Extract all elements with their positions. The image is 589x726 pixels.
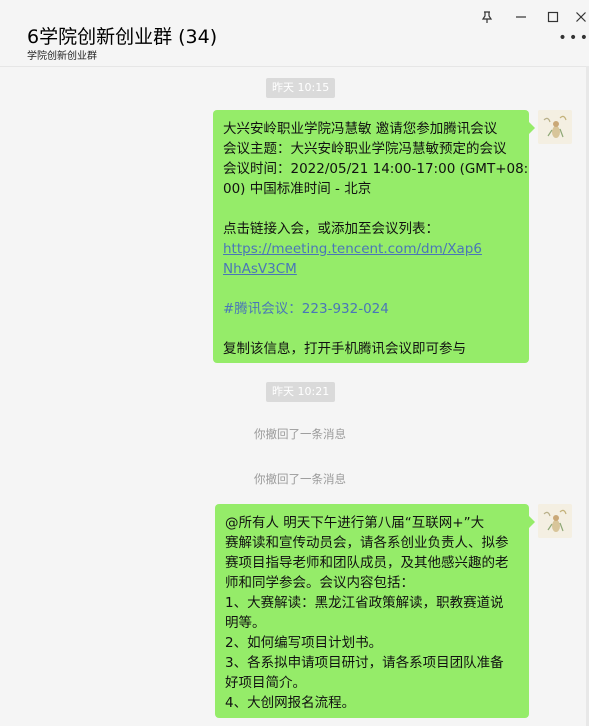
message-line: 赛项目指导老师和团队成员，及其他感兴趣的老 [225,555,509,571]
message-line: 复制该信息，打开手机腾讯会议即可参与 [223,341,466,357]
recall-notice: 你撤回了一条消息 [254,427,346,441]
chat-title[interactable]: 6学院创新创业群 (34) [27,22,217,49]
meeting-id-tag[interactable]: #腾讯会议：223-932-024 [223,301,389,317]
pin-icon [481,10,493,23]
recall-notice: 你撤回了一条消息 [254,472,346,486]
message-line: 3、各系拟申请项目研讨，请各系项目团队准备 [225,655,504,671]
message-line: 好项目简介。 [225,675,306,691]
message-line: 点击链接入会，或添加至会议列表： [223,221,439,237]
avatar-image [538,504,572,538]
message-line: 00) 中国标准时间 - 北京 [223,181,372,197]
chat-header: 6学院创新创业群 (34) 学院创新创业群 • • • [0,0,589,67]
pin-button[interactable] [474,6,500,28]
maximize-button[interactable] [540,6,566,28]
timestamp: 昨天 10:21 [266,382,336,402]
message-line: 明等。 [225,615,266,631]
message-line: 会议时间：2022/05/21 14:00-17:00 (GMT+08: [223,161,529,177]
maximize-icon [547,11,559,23]
close-button[interactable] [568,6,589,28]
avatar[interactable] [538,504,572,538]
message-line: 大兴安岭职业学院冯慧敏 邀请您参加腾讯会议 [223,121,498,137]
message-line: 师和同学参会。会议内容包括： [225,575,414,591]
avatar[interactable] [538,110,572,144]
more-options-icon[interactable]: • • • [558,30,588,46]
minimize-icon [516,16,526,18]
timestamp: 昨天 10:15 [266,78,336,98]
meeting-link-continued[interactable]: NhAsV3CM [223,259,519,279]
message-line: 会议主题：大兴安岭职业学院冯慧敏预定的会议 [223,141,507,157]
chat-subtitle: 学院创新创业群 [27,51,97,62]
message-line: 1、大赛解读：黑龙江省政策解读，职教赛道说 [225,595,504,611]
message-bubble-meeting-invite[interactable]: 大兴安岭职业学院冯慧敏 邀请您参加腾讯会议 会议主题：大兴安岭职业学院冯慧敏预定… [213,110,535,363]
meeting-link[interactable]: https://meeting.tencent.com/dm/Xap6 [223,239,519,259]
minimize-button[interactable] [508,6,534,28]
close-icon [576,12,586,22]
message-line: 赛解读和宣传动员会，请各系创业负责人、拟参 [225,535,509,551]
message-line: 2、如何编写项目计划书。 [225,635,383,651]
message-line: @所有人 明天下午进行第八届“互联网+”大 [225,515,485,531]
message-bubble-announcement[interactable]: @所有人 明天下午进行第八届“互联网+”大 赛解读和宣传动员会，请各系创业负责人… [215,504,535,718]
message-line: 4、大创网报名流程。 [225,695,356,711]
avatar-image [538,110,572,144]
